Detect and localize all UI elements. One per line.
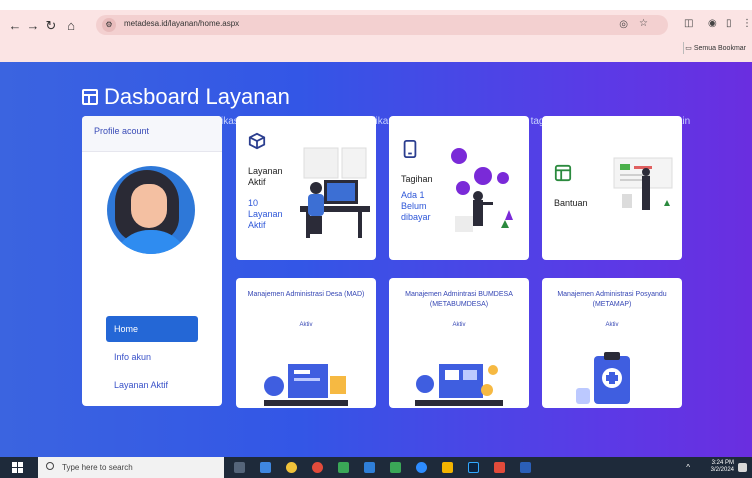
bookmarks-folder[interactable]: ▭ Semua Bookmar — [685, 44, 746, 52]
bookmarks-label: Semua Bookmar — [693, 45, 746, 52]
top-strip — [0, 0, 752, 10]
profile-header: Profile acount — [82, 116, 222, 152]
layanan-aktif-count: 10 Layanan Aktif — [248, 198, 283, 230]
module-title: Manajemen Administrasi Desa (MAD) — [247, 291, 365, 298]
module-card-mad[interactable]: Manajemen Administrasi Desa (MAD) Aktiv — [236, 278, 376, 408]
search-icon — [46, 462, 54, 470]
photoshop-icon[interactable] — [468, 462, 479, 473]
module-metamap-illustration — [576, 352, 630, 404]
taskbar-app-icon[interactable] — [494, 462, 505, 473]
clock-time: 3:24 PM — [711, 460, 734, 466]
menu-item-layanan-aktif[interactable]: Layanan Aktif — [106, 372, 198, 398]
avatar — [107, 166, 195, 254]
extensions-icon[interactable]: ◫ — [684, 18, 693, 29]
profile-card: Profile acount Home Info akun Layanan Ak… — [82, 116, 222, 406]
taskbar-app-icon[interactable] — [260, 462, 271, 473]
chrome-icon[interactable] — [312, 462, 323, 473]
home-icon[interactable]: ⌂ — [64, 18, 78, 33]
tagihan-card[interactable]: Tagihan Ada 1 Belum dibayar — [389, 116, 529, 260]
bookmark-separator — [683, 42, 684, 54]
address-bar[interactable]: ⚙ metadesa.id/layanan/home.aspx ◎ ☆ — [96, 15, 668, 35]
profile-menu: Home Info akun Layanan Aktif — [106, 316, 198, 400]
layanan-aktif-title: Layanan Aktif — [248, 166, 283, 187]
settings-gears-illustration — [451, 148, 513, 232]
forward-icon[interactable]: → — [26, 18, 40, 33]
bantuan-title: Bantuan — [554, 198, 588, 208]
module-mad-illustration — [264, 364, 348, 406]
zoom-icon[interactable] — [416, 462, 427, 473]
avatar-face — [131, 184, 167, 228]
windows-start-icon[interactable] — [12, 462, 23, 473]
layout-icon — [554, 164, 572, 182]
module-status: Aktiv — [299, 322, 313, 328]
module-title: Manajemen Admintrasi BUMDESA (METABUMDES… — [405, 291, 513, 308]
taskbar-search-input[interactable]: Type here to search — [38, 457, 224, 478]
tray-caret-icon[interactable]: ^ — [686, 463, 690, 472]
taskbar-app-icon[interactable] — [390, 462, 401, 473]
task-view-icon[interactable] — [234, 462, 245, 473]
module-card-metamap[interactable]: Manajemen Administrasi Posyandu (METAMAP… — [542, 278, 682, 408]
office-worker-illustration — [300, 147, 370, 238]
browser-toolbar: ← → ↻ ⌂ ⚙ metadesa.id/layanan/home.aspx … — [0, 10, 752, 62]
clock-date: 3/2/2024 — [710, 467, 734, 473]
module-status: Aktiv — [452, 322, 466, 328]
split-icon[interactable]: ▯ — [726, 18, 732, 29]
module-card-metabumdesa[interactable]: Manajemen Admintrasi BUMDESA (METABUMDES… — [389, 278, 529, 408]
menu-item-info-akun[interactable]: Info akun — [106, 344, 198, 370]
windows-taskbar: Type here to search ^ 3:24 PM 3/2/2024 — [0, 457, 752, 478]
reload-icon[interactable]: ↻ — [44, 18, 58, 34]
notification-icon[interactable] — [738, 463, 747, 472]
menu-item-home[interactable]: Home — [106, 316, 198, 342]
site-info-icon[interactable]: ⚙ — [102, 18, 116, 32]
star-icon[interactable]: ☆ — [639, 18, 648, 29]
presentation-illustration — [613, 157, 673, 210]
tablet-icon — [403, 140, 417, 158]
module-status: Aktiv — [605, 322, 619, 328]
word-icon[interactable] — [520, 462, 531, 473]
taskbar-clock[interactable]: 3:24 PM 3/2/2024 — [711, 460, 734, 474]
taskbar-app-icon[interactable] — [364, 462, 375, 473]
module-title: Manajemen Administrasi Posyandu (METAMAP… — [557, 291, 667, 308]
layanan-aktif-card[interactable]: Layanan Aktif 10 Layanan Aktif — [236, 116, 376, 260]
taskbar-search-placeholder: Type here to search — [62, 463, 133, 472]
cube-icon — [248, 132, 266, 150]
page-title-text: Dasboard Layanan — [104, 84, 290, 109]
taskbar-app-icon[interactable] — [442, 462, 453, 473]
back-icon[interactable]: ← — [8, 18, 22, 33]
url-text[interactable]: metadesa.id/layanan/home.aspx — [124, 19, 239, 28]
lens-icon[interactable]: ◎ — [619, 19, 628, 30]
tagihan-status: Ada 1 Belum dibayar — [401, 190, 431, 222]
menu-icon[interactable]: ⋮ — [742, 18, 752, 29]
profile-icon[interactable]: ◉ — [708, 18, 717, 29]
page-title: Dasboard Layanan — [82, 84, 290, 110]
taskbar-app-icon[interactable] — [286, 462, 297, 473]
module-metabumdesa-illustration — [415, 364, 503, 406]
dashboard-icon — [82, 89, 98, 105]
bantuan-card[interactable]: Bantuan — [542, 116, 682, 260]
taskbar-app-icon[interactable] — [338, 462, 349, 473]
tagihan-title: Tagihan — [401, 174, 433, 184]
